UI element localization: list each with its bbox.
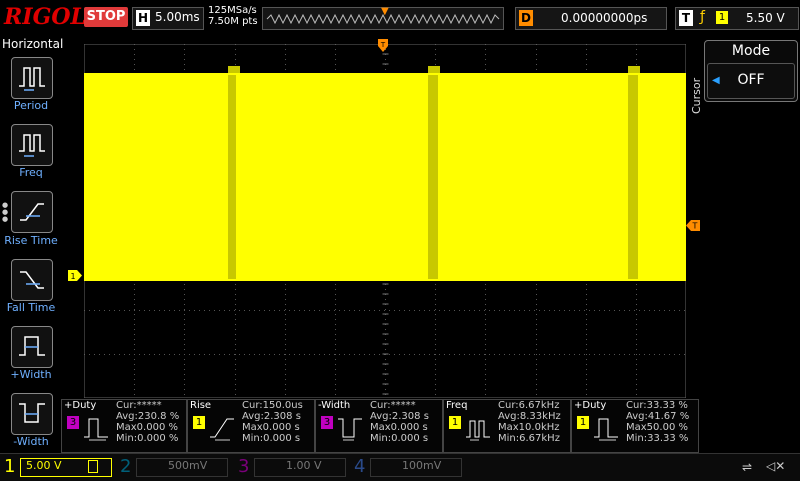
measurement-channel: 3 xyxy=(67,416,79,429)
run-stop-indicator[interactable]: STOP xyxy=(84,7,128,27)
freq-icon xyxy=(466,420,490,441)
bandwidth-limit-icon xyxy=(88,460,98,473)
svg-text:1: 1 xyxy=(70,272,75,281)
channel1-offset-marker[interactable]: 1 xyxy=(68,266,82,281)
channel-bar: 1 5.00 V 2 500mV 3 1.00 V 4 100mV ⇌ ◁✕ xyxy=(0,453,800,481)
period-button[interactable] xyxy=(11,57,53,99)
svg-text:T: T xyxy=(380,41,386,49)
acquisition-info: 125MSa/s 7.50M pts xyxy=(208,5,258,27)
measurement-values: Cur:150.0us Avg:2.308 s Max0.000 s Min:0.00… xyxy=(242,400,303,444)
minus-width-icon xyxy=(19,403,45,423)
rise-time-button[interactable] xyxy=(11,191,53,233)
memory-depth: 7.50M pts xyxy=(208,16,258,27)
channel2-tab[interactable]: 2 500mV xyxy=(116,454,228,481)
channel3-scale: 1.00 V xyxy=(286,459,322,472)
waveform-display[interactable] xyxy=(84,44,686,398)
measurement-name: -Width xyxy=(318,400,351,411)
channel2-scale: 500mV xyxy=(168,459,208,472)
measurement-name: +Duty xyxy=(64,400,97,411)
measurement-values: Cur:***** Avg:2.308 s Max0.000 s Min:0.000 … xyxy=(370,400,429,444)
timebase-value: 5.00ms xyxy=(155,10,200,24)
minus-width-icon xyxy=(338,418,362,441)
measurement-name: Freq xyxy=(446,400,468,411)
minus-width-button[interactable] xyxy=(11,393,53,435)
channel2-number: 2 xyxy=(120,456,132,477)
measurement-values: Cur:6.67kHz Avg:8.33kHz Max10.0kHz Min:6.67… xyxy=(498,400,561,444)
measurement-channel: 1 xyxy=(577,416,589,429)
measurement-minus-width-ch3[interactable]: -Width 3 Cur:***** Avg:2.308 s Max0.000 sM… xyxy=(315,399,443,453)
trigger-position-marker[interactable]: T xyxy=(378,38,388,52)
fall-time-button[interactable] xyxy=(11,259,53,301)
freq-button[interactable] xyxy=(11,124,53,166)
freq-label: Freq xyxy=(19,166,43,179)
channel4-tab[interactable]: 4 100mV xyxy=(350,454,462,481)
measurement-plus-duty-ch1[interactable]: +Duty 1 Cur:33.33 % Avg:41.67 % Max50.00 %… xyxy=(571,399,699,453)
plus-duty-icon xyxy=(594,418,618,441)
channel4-number: 4 xyxy=(354,456,366,477)
measurement-rise-ch1[interactable]: Rise 1 Cur:150.0us Avg:2.308 s Max0.000 sM… xyxy=(187,399,315,453)
measurement-channel: 1 xyxy=(449,416,461,429)
trigger-position-icon: T xyxy=(378,39,388,52)
cursor-side-label: Cursor xyxy=(690,77,703,115)
speaker-muted-icon[interactable]: ◁✕ xyxy=(766,459,785,473)
plus-width-label: +Width xyxy=(10,368,52,381)
horizontal-key: H xyxy=(136,10,150,26)
cursor-mode-value: OFF xyxy=(737,72,765,88)
channel1-tab[interactable]: 1 5.00 V xyxy=(0,454,112,481)
trigger-level: 5.50 V xyxy=(746,11,785,25)
fall-time-label: Fall Time xyxy=(6,301,56,314)
rise-time-label: Rise Time xyxy=(4,234,58,247)
period-icon xyxy=(19,67,45,91)
top-status-bar: RIGOL STOP H 5.00ms 125MSa/s 7.50M pts ▼… xyxy=(0,0,800,36)
menu-title: Horizontal xyxy=(2,37,64,51)
plus-width-button[interactable] xyxy=(11,326,53,368)
channel1-marker-icon: 1 xyxy=(68,270,82,281)
rise-icon xyxy=(210,418,234,441)
channel1-scale: 5.00 V xyxy=(26,459,62,472)
plus-width-icon xyxy=(19,336,45,356)
memory-overview[interactable]: ▼ xyxy=(262,6,504,30)
plus-duty-icon xyxy=(84,418,108,441)
cursor-mode-title: Mode xyxy=(731,43,771,59)
measurement-freq-ch1[interactable]: Freq 1 Cur:6.67kHz Avg:8.33kHz Max10.0kHz M… xyxy=(443,399,571,453)
channel4-scale: 100mV xyxy=(402,459,442,472)
measurement-values: Cur:***** Avg:230.8 % Max0.000 % Min:0.000 … xyxy=(116,400,180,444)
measure-menu: Horizontal Period Freq ● ● ● Rise Time Fal… xyxy=(0,37,64,453)
trigger-channel: 1 xyxy=(716,11,728,24)
channel1-waveform xyxy=(84,66,686,281)
usb-icon: ⇌ xyxy=(742,460,753,474)
horizontal-timebase[interactable]: H 5.00ms xyxy=(132,7,204,30)
measurement-channel: 3 xyxy=(321,416,333,429)
overview-trigger-marker-icon: ▼ xyxy=(381,6,389,17)
trigger-key: T xyxy=(679,10,693,26)
rising-edge-icon: ƒ xyxy=(700,9,705,25)
sample-rate: 125MSa/s xyxy=(208,5,257,16)
cursor-mode-box[interactable]: Mode ◀ OFF xyxy=(704,40,798,102)
delay-display[interactable]: D 0.00000000ps xyxy=(515,7,667,30)
channel3-tab[interactable]: 3 1.00 V xyxy=(234,454,346,481)
cursor-mode-selector[interactable]: ◀ OFF xyxy=(707,63,795,99)
measurement-name: Rise xyxy=(190,400,212,411)
measurement-values: Cur:33.33 % Avg:41.67 % Max50.00 % Min:33.3… xyxy=(626,400,690,444)
measurement-name: +Duty xyxy=(574,400,607,411)
trigger-display[interactable]: T ƒ 1 5.50 V xyxy=(675,7,799,30)
minus-width-label: -Width xyxy=(13,435,49,448)
fall-time-icon xyxy=(20,271,44,289)
trigger-level-icon: T xyxy=(686,220,700,231)
delay-key: D xyxy=(519,10,533,26)
rise-time-icon xyxy=(20,203,44,221)
trigger-level-marker[interactable]: T xyxy=(686,216,700,231)
measurement-plus-duty-ch3[interactable]: +Duty 3 Cur:***** Avg:230.8 % Max0.000 % Mi… xyxy=(61,399,187,453)
freq-icon xyxy=(19,134,45,157)
channel3-number: 3 xyxy=(238,456,250,477)
delay-value: 0.00000000ps xyxy=(561,11,648,25)
svg-text:T: T xyxy=(692,222,698,231)
period-label: Period xyxy=(13,99,49,112)
channel1-number: 1 xyxy=(4,456,16,477)
page-dots-icon: ● ● ● xyxy=(2,201,9,223)
measurement-channel: 1 xyxy=(193,416,205,429)
brand-logo: RIGOL xyxy=(4,4,86,30)
